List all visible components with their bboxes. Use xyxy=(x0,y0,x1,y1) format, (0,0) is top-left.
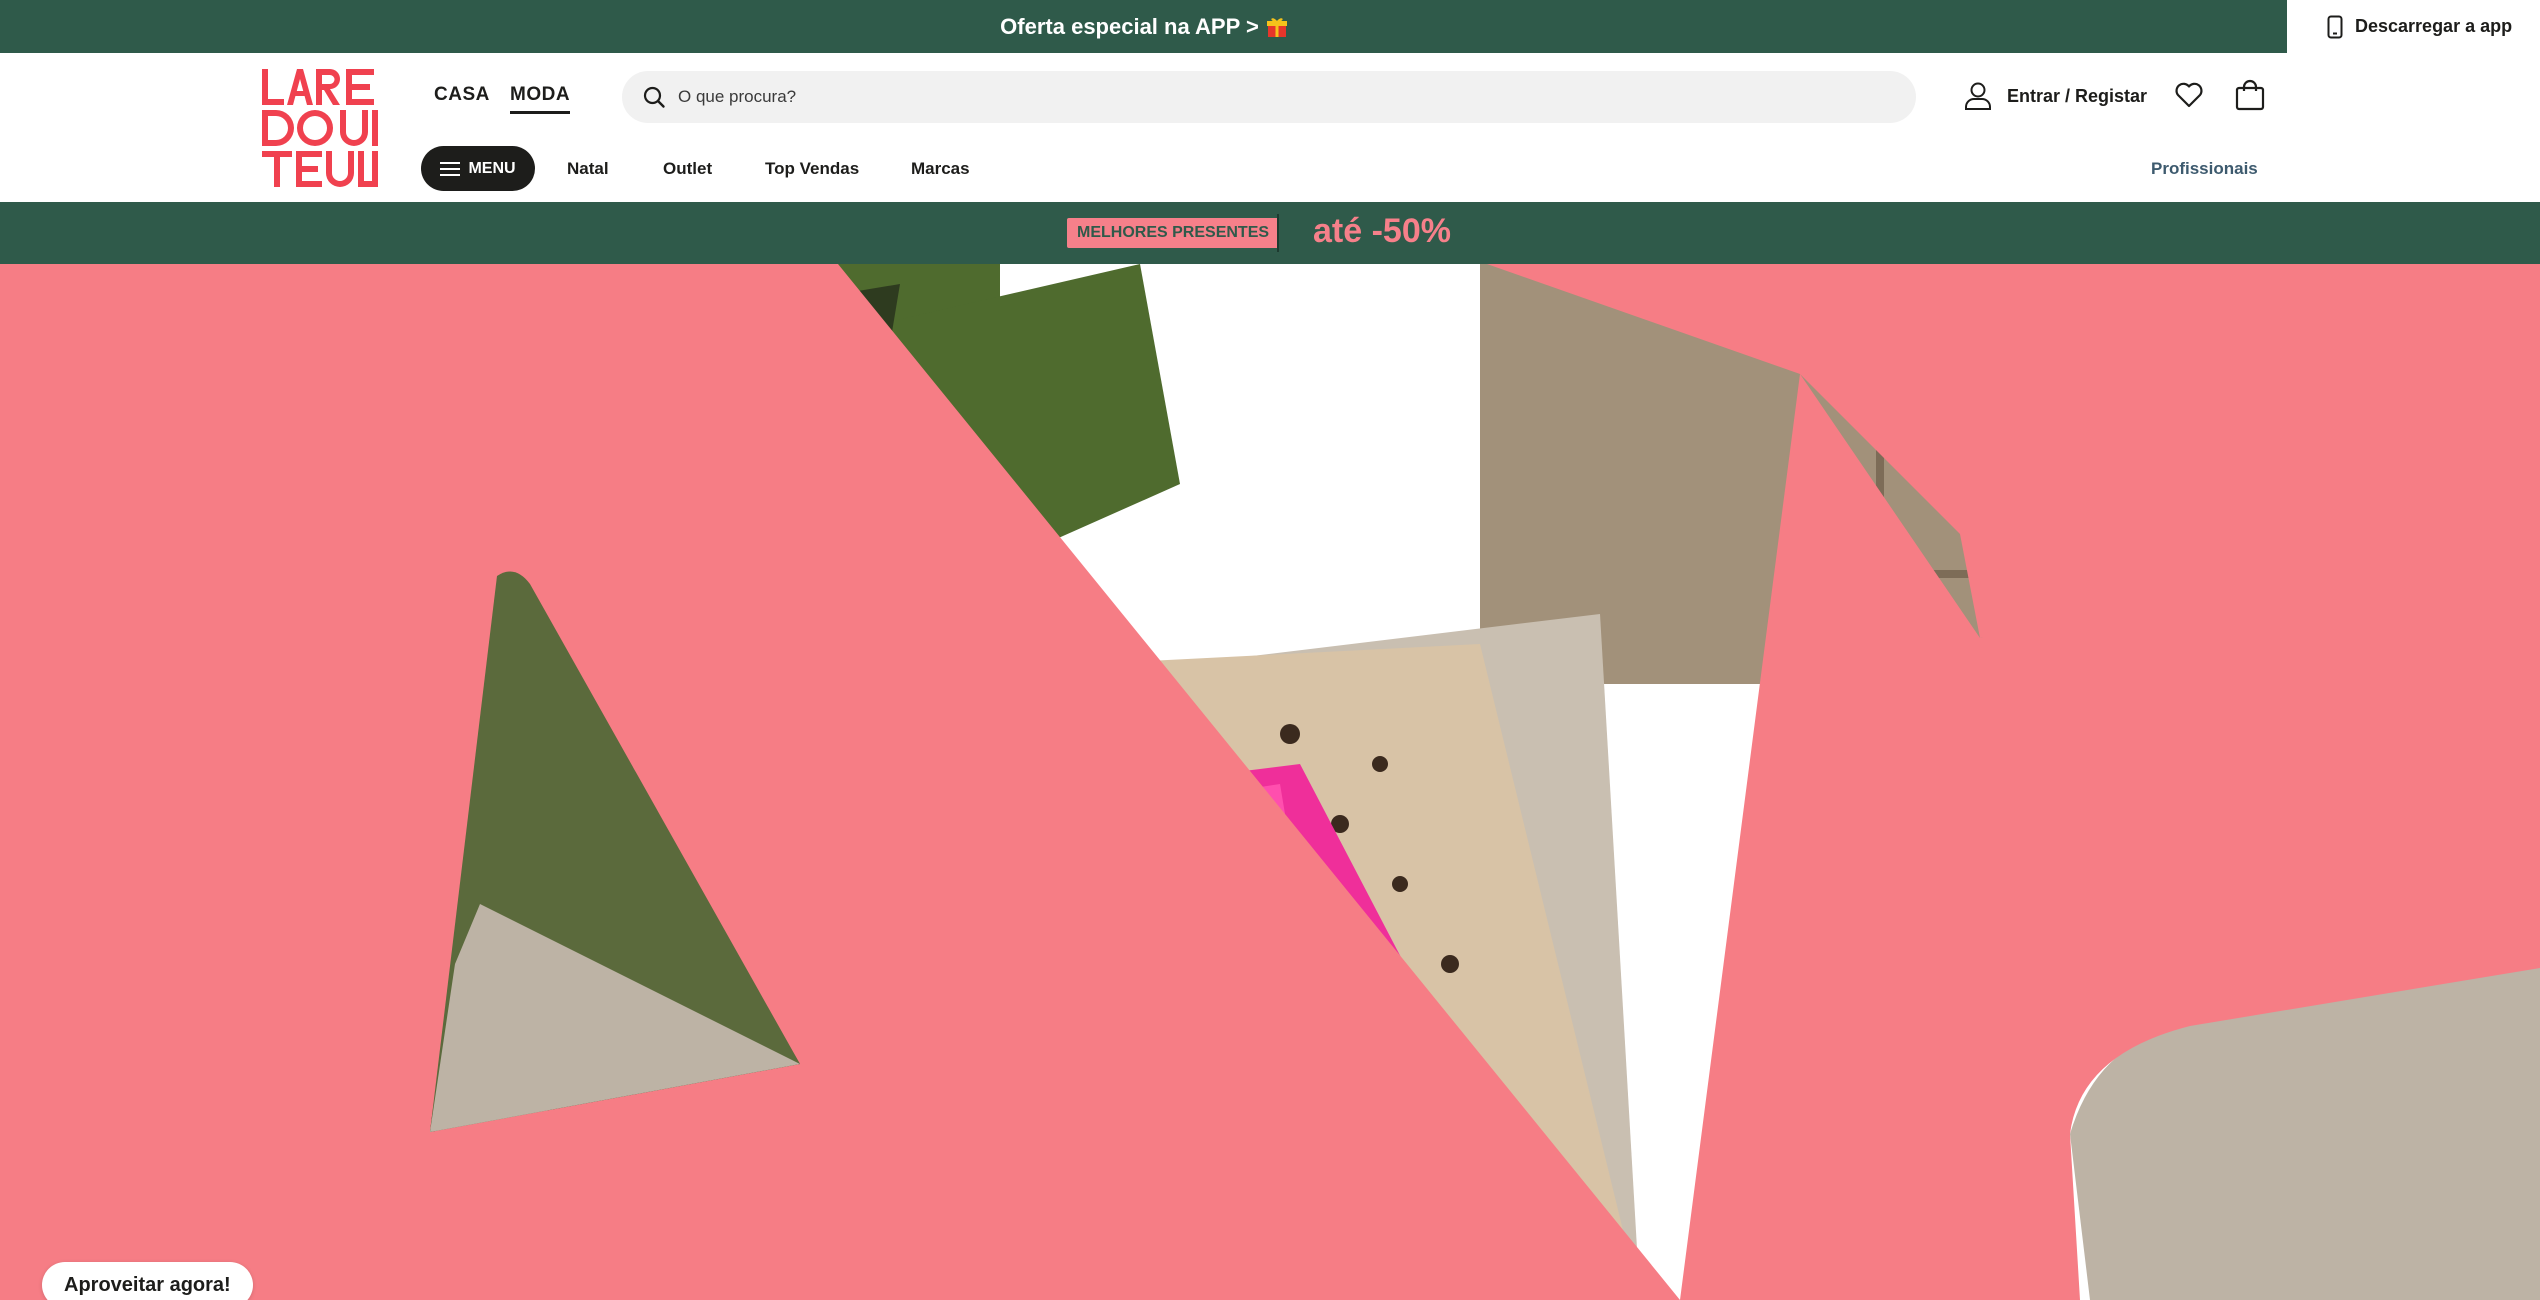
nav-link-natal[interactable]: Natal xyxy=(567,159,609,179)
download-app-button[interactable]: Descarregar a app xyxy=(2287,0,2540,53)
professionals-link[interactable]: Profissionais xyxy=(2151,159,2258,179)
la-redoute-logo[interactable] xyxy=(262,69,378,187)
menu-label: MENU xyxy=(468,159,516,177)
hero-banner[interactable] xyxy=(0,264,2540,1300)
menu-button[interactable]: MENU xyxy=(421,146,535,191)
shopping-bag-icon[interactable] xyxy=(2235,79,2265,111)
universe-tab-casa[interactable]: CASA xyxy=(434,84,490,111)
nav-link-marcas[interactable]: Marcas xyxy=(911,159,970,179)
smartphone-icon xyxy=(2327,15,2343,38)
nav-link-outlet[interactable]: Outlet xyxy=(663,159,712,179)
heart-icon[interactable] xyxy=(2174,80,2204,110)
universe-tab-moda[interactable]: MODA xyxy=(510,84,571,114)
promo-badge: MELHORES PRESENTES xyxy=(1067,218,1280,248)
app-offer-text: Oferta especial na APP > xyxy=(1000,13,1259,39)
download-app-label: Descarregar a app xyxy=(2355,16,2513,36)
nav-link-top-vendas[interactable]: Top Vendas xyxy=(765,159,859,179)
hero-image xyxy=(0,264,2540,1300)
search-icon xyxy=(643,86,665,108)
login-register-link[interactable]: Entrar / Registar xyxy=(1963,81,2147,111)
user-icon xyxy=(1965,82,1991,110)
gift-icon xyxy=(1266,16,1287,38)
site-header: CASA MODA Entrar / Registar MENU Natal O… xyxy=(0,53,2540,202)
promo-divider xyxy=(1277,214,1279,252)
shop-now-button[interactable]: Aproveitar agora! xyxy=(42,1262,253,1300)
login-register-label: Entrar / Registar xyxy=(2007,85,2148,106)
search-input[interactable] xyxy=(678,87,1878,107)
promo-discount: até -50% xyxy=(1313,212,1451,250)
hamburger-icon xyxy=(440,161,461,176)
top-promo-bar: Oferta especial na APP > Descarregar a a… xyxy=(0,0,2540,53)
promo-banner[interactable]: MELHORES PRESENTES até -50% xyxy=(0,202,2540,264)
app-offer-link[interactable]: Oferta especial na APP > xyxy=(0,0,2287,53)
search-bar[interactable] xyxy=(622,71,1916,123)
